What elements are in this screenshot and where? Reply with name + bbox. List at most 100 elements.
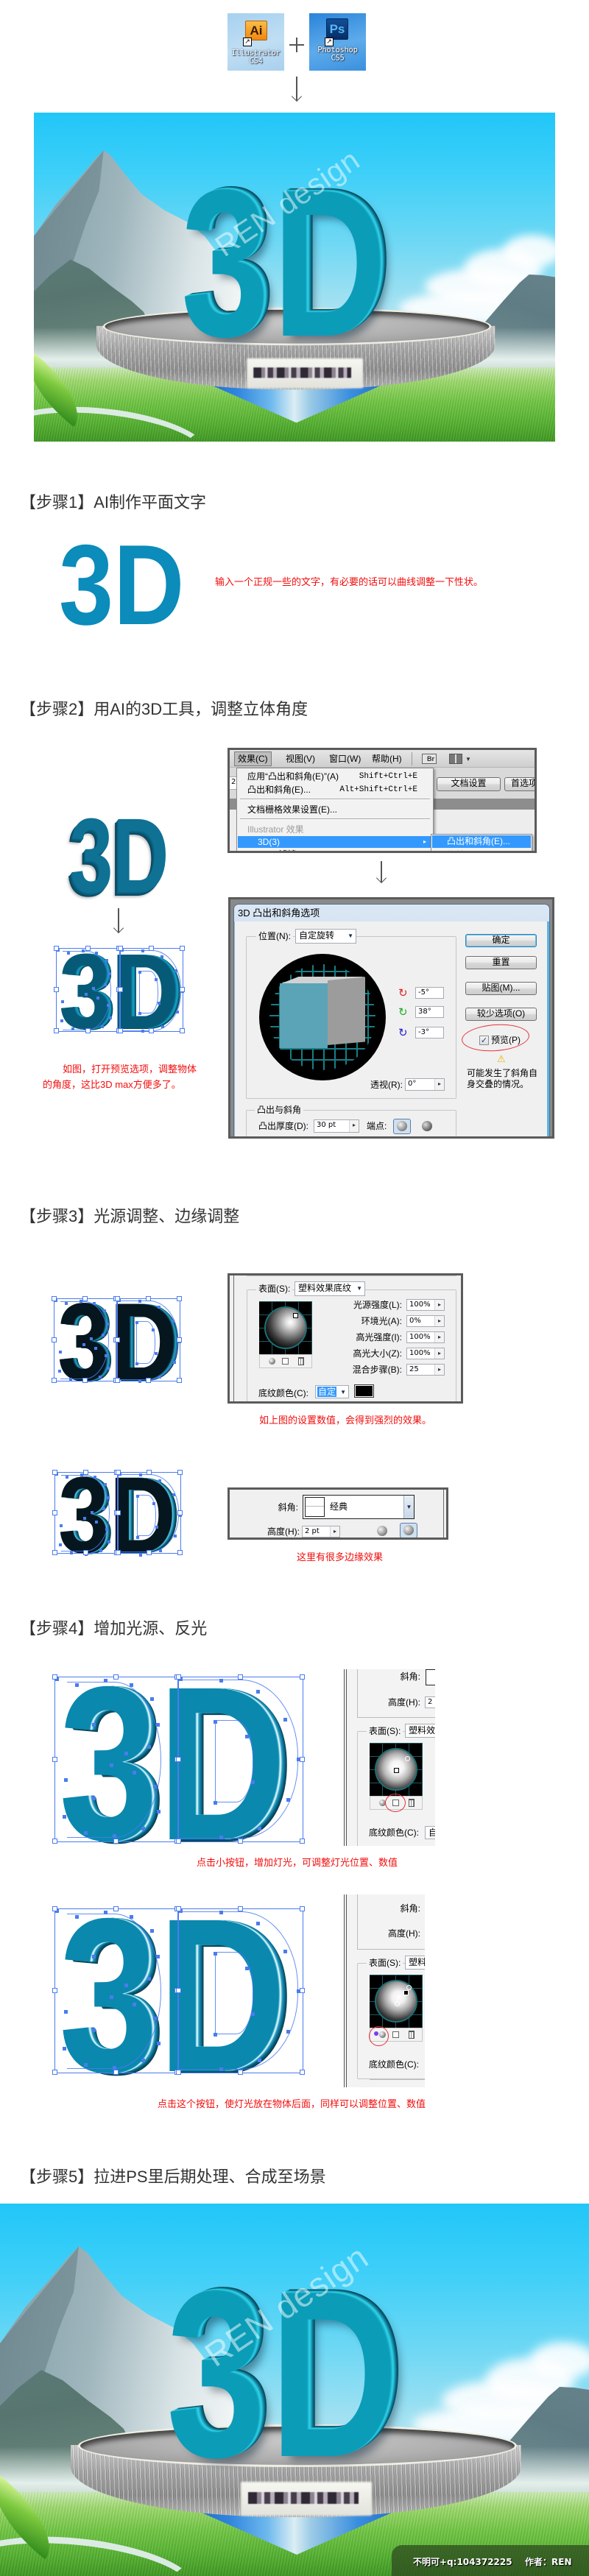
ok-button[interactable]: 确定	[465, 934, 537, 947]
bevel-select[interactable]: 经典 ▼	[303, 1495, 415, 1519]
shading-color-swatch[interactable]	[354, 1384, 374, 1398]
spin-button[interactable]: ▸	[434, 1348, 444, 1359]
menu-help[interactable]: 帮助(H)	[369, 751, 405, 766]
light-source-handle[interactable]	[395, 2001, 400, 2006]
spin-button[interactable]: ▸	[434, 1316, 444, 1326]
surface-select[interactable]: 塑料效果底纹	[405, 1956, 425, 1970]
selection-handle	[52, 1550, 57, 1555]
bevel-in-button[interactable]	[400, 1523, 417, 1538]
spin-button[interactable]: ▸	[434, 1079, 444, 1090]
delete-light-icon[interactable]	[409, 2031, 415, 2039]
ambient-light-input[interactable]: 0% ▸	[406, 1315, 445, 1327]
menu-item-extrude-bevel[interactable]: 凸出和斜角(E)... Alt+Shift+Ctrl+E	[238, 784, 432, 796]
document-setup-button[interactable]: 文档设置	[437, 777, 501, 791]
menu-item-raster-settings[interactable]: 文档栅格效果设置(E)...	[238, 804, 432, 816]
bevel-height-input[interactable]: 2 pt	[425, 1696, 435, 1708]
chevron-down-icon[interactable]: ▼	[403, 1496, 414, 1518]
selection-handle	[113, 1906, 119, 1911]
surface-select[interactable]: 塑料效果底纹	[405, 1724, 435, 1738]
rotate-y-value: 38°	[418, 1008, 431, 1016]
hero-scene: 3D REN design	[34, 113, 555, 442]
spin-button[interactable]: ▸	[349, 1120, 359, 1132]
menu-window[interactable]: 窗口(W)	[326, 751, 364, 766]
chevron-down-icon[interactable]: ▼	[465, 754, 471, 765]
new-light-icon[interactable]	[282, 1358, 289, 1365]
stroke-field-value: 2	[231, 778, 236, 786]
preferences-button[interactable]: 首选项	[504, 777, 535, 791]
submenu-item-extrude-bevel[interactable]: 凸出和斜角(E)...	[432, 835, 531, 848]
bridge-icon[interactable]: Br	[422, 754, 437, 764]
surface-value: 塑料效果底纹	[298, 1283, 352, 1293]
shading-color-select[interactable]: 自定	[425, 1826, 435, 1839]
rotate-x-input[interactable]: -5°	[415, 987, 444, 999]
selection-box-3	[52, 1906, 180, 2075]
submenu-item-revolve[interactable]: 绕转(R)...	[432, 849, 531, 851]
fewer-options-button[interactable]: 较少选项(O)	[465, 1008, 537, 1021]
light-source-handle[interactable]	[406, 1985, 412, 1990]
spin-button[interactable]: ▸	[330, 1526, 339, 1537]
rotate-z-input[interactable]: -3°	[415, 1027, 444, 1038]
selection-handle	[52, 1756, 57, 1762]
menu-item-3d[interactable]: 3D(3) ▸	[238, 836, 432, 848]
selection-box-d	[176, 1674, 305, 1844]
extrude-depth-input[interactable]: 30 pt ▸	[314, 1119, 359, 1133]
light-source-handle[interactable]	[403, 1990, 409, 1995]
delete-light-icon[interactable]	[298, 1357, 304, 1365]
lighting-sphere[interactable]	[370, 1975, 423, 2028]
credits-bar: 不明可+q:104372225 作者：REN	[392, 2545, 589, 2576]
position-value: 自定旋转	[299, 930, 335, 941]
menu-view[interactable]: 视图(V)	[283, 751, 318, 766]
path-outline	[136, 1321, 155, 1364]
author-text: 作者：REN	[525, 2557, 572, 2567]
menu-item-svg-filters[interactable]: SVG 滤镜(G) ▸	[238, 849, 432, 851]
selection-handle	[180, 946, 185, 951]
move-light-back-icon[interactable]	[374, 1800, 386, 1806]
light-intensity-label: 光源强度(L):	[353, 1300, 402, 1310]
light-source-handle[interactable]	[405, 1756, 410, 1761]
rotate-y-input[interactable]: 38°	[415, 1006, 444, 1018]
selection-handle	[52, 1337, 57, 1342]
selection-box-3	[54, 946, 121, 1033]
cap-on-button[interactable]	[393, 1119, 411, 1134]
menu-effect[interactable]: 效果(C)	[234, 751, 272, 766]
shortcut-arrow-icon: ↗	[243, 38, 252, 46]
selection-handle	[238, 1839, 243, 1844]
highlight-size-input[interactable]: 100% ▸	[406, 1348, 445, 1359]
bevel-preview-icon[interactable]	[426, 1669, 435, 1685]
path-outline	[137, 1495, 156, 1536]
bevel-label: 斜角:	[278, 1502, 298, 1512]
light-source-handle[interactable]	[293, 1313, 298, 1318]
map-art-button[interactable]: 贴图(M)...	[465, 982, 537, 995]
position-select[interactable]: 自定旋转 ▼	[295, 929, 356, 944]
delete-light-icon[interactable]	[409, 1799, 415, 1807]
shading-color-value: 自定	[428, 1827, 435, 1838]
lighting-sphere[interactable]	[370, 1743, 423, 1796]
spin-button[interactable]: ▸	[434, 1332, 444, 1342]
spin-button[interactable]: ▸	[434, 1365, 444, 1375]
step-3-caption-bevel: 这里有很多边缘效果	[297, 1551, 384, 1563]
bevel-out-icon[interactable]	[377, 1526, 387, 1536]
shading-color-select[interactable]: 自定 ▼	[315, 1385, 349, 1398]
reset-button[interactable]: 重置	[465, 956, 537, 969]
menu-item-apply-extrude[interactable]: 应用“凸出和斜角(E)”(A) Shift+Ctrl+E	[238, 771, 432, 783]
highlight-intensity-input[interactable]: 100% ▸	[406, 1331, 445, 1343]
move-light-back-icon[interactable]	[264, 1358, 275, 1365]
light-intensity-value: 100%	[409, 1301, 431, 1309]
selection-handle	[147, 1470, 152, 1475]
perspective-input[interactable]: 0° ▸	[405, 1078, 445, 1091]
blend-steps-input[interactable]: 25 ▸	[406, 1364, 445, 1376]
light-source-handle[interactable]	[394, 1768, 399, 1773]
cap-off-icon[interactable]	[422, 1121, 432, 1131]
lighting-sphere[interactable]	[259, 1301, 312, 1354]
spin-button[interactable]: ▸	[434, 1300, 444, 1310]
surface-select[interactable]: 塑料效果底纹 ▼	[294, 1281, 365, 1296]
arrange-documents-icon[interactable]	[449, 754, 462, 764]
path-outline	[63, 951, 111, 1030]
rotation-track-cube[interactable]	[259, 954, 386, 1080]
light-intensity-input[interactable]: 100% ▸	[406, 1299, 445, 1311]
annotation-circle	[369, 2026, 389, 2046]
new-light-icon[interactable]	[392, 2031, 399, 2038]
path-outline	[67, 1682, 161, 1838]
bevel-height-input[interactable]: 2 pt ▸	[302, 1526, 340, 1538]
group-divider	[247, 1275, 456, 1276]
